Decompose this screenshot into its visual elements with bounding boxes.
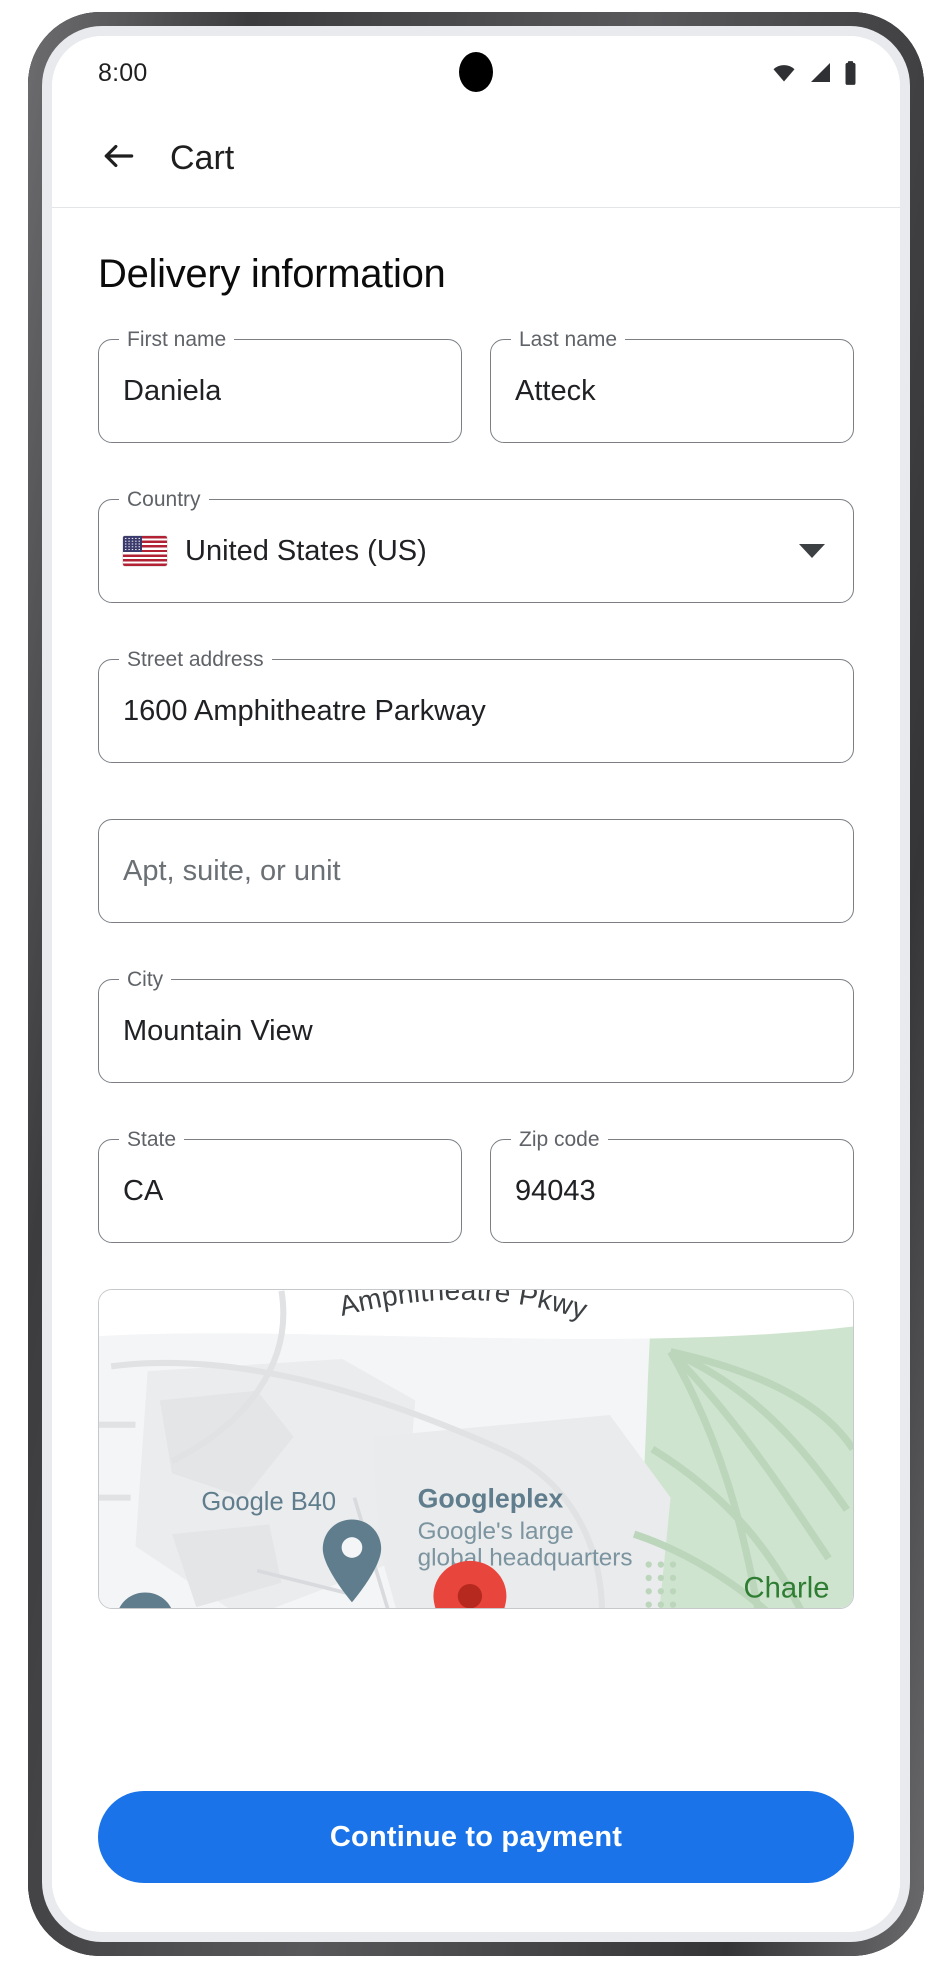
street-address-field[interactable]: Street address 1600 Amphitheatre Parkway bbox=[98, 647, 854, 763]
wifi-icon bbox=[769, 61, 799, 85]
apt-suite-unit-placeholder: Apt, suite, or unit bbox=[123, 854, 341, 887]
chevron-down-icon[interactable] bbox=[799, 544, 825, 558]
bottom-action-bar: Continue to payment bbox=[52, 1743, 900, 1931]
first-name-field[interactable]: First name Daniela bbox=[98, 327, 462, 443]
map-poi-google-b40: Google B40 bbox=[201, 1488, 336, 1516]
map-canvas: Amphitheatre Pkwy Google B40 Googleplex … bbox=[99, 1290, 853, 1608]
city-label: City bbox=[119, 967, 172, 993]
battery-icon bbox=[843, 60, 858, 86]
street-address-label: Street address bbox=[119, 647, 272, 673]
country-select[interactable]: Country United States (US) bbox=[98, 487, 854, 603]
us-flag-icon bbox=[123, 536, 167, 566]
delivery-information-form: First name Daniela Last name Atteck Coun… bbox=[52, 305, 900, 1243]
status-bar-icons bbox=[769, 60, 858, 86]
continue-to-payment-button[interactable]: Continue to payment bbox=[98, 1791, 854, 1883]
apt-suite-unit-field[interactable]: Apt, suite, or unit bbox=[98, 819, 854, 923]
app-bar: Cart bbox=[52, 110, 900, 208]
name-row: First name Daniela Last name Atteck bbox=[98, 305, 854, 443]
last-name-label: Last name bbox=[511, 327, 626, 353]
state-zip-row: State CA Zip code 94043 bbox=[98, 1105, 854, 1243]
address-map-preview[interactable]: Amphitheatre Pkwy Google B40 Googleplex … bbox=[98, 1289, 854, 1609]
zip-code-value: 94043 bbox=[515, 1174, 596, 1207]
page-title: Cart bbox=[170, 139, 235, 177]
delivery-form-scroll-area[interactable]: Delivery information First name Daniela … bbox=[52, 208, 900, 1931]
arrow-back-icon bbox=[100, 137, 138, 180]
zip-code-label: Zip code bbox=[511, 1127, 608, 1153]
cellular-signal-icon bbox=[808, 61, 834, 85]
country-label: Country bbox=[119, 487, 209, 513]
back-button[interactable] bbox=[98, 138, 140, 180]
first-name-label: First name bbox=[119, 327, 235, 353]
city-field[interactable]: City Mountain View bbox=[98, 967, 854, 1083]
country-value: United States (US) bbox=[185, 534, 427, 567]
map-park-label: Charle bbox=[744, 1572, 830, 1604]
map-poi-googleplex-sub1: Google's large bbox=[418, 1518, 574, 1545]
status-bar-clock: 8:00 bbox=[98, 58, 148, 87]
section-heading-delivery-information: Delivery information bbox=[98, 252, 446, 296]
zip-code-field[interactable]: Zip code 94043 bbox=[490, 1127, 854, 1243]
state-field[interactable]: State CA bbox=[98, 1127, 462, 1243]
state-label: State bbox=[119, 1127, 185, 1153]
street-address-value: 1600 Amphitheatre Parkway bbox=[123, 694, 486, 727]
phone-device-frame: 8:00 Cart Delivery information First nam… bbox=[28, 12, 924, 1956]
phone-screen: 8:00 Cart Delivery information First nam… bbox=[52, 36, 900, 1932]
status-bar: 8:00 bbox=[52, 36, 900, 110]
last-name-field[interactable]: Last name Atteck bbox=[490, 327, 854, 443]
state-value: CA bbox=[123, 1174, 164, 1207]
map-poi-googleplex-title: Googleplex bbox=[418, 1483, 564, 1513]
last-name-value: Atteck bbox=[515, 374, 596, 407]
first-name-value: Daniela bbox=[123, 374, 222, 407]
city-value: Mountain View bbox=[123, 1014, 313, 1047]
front-camera-cutout bbox=[459, 52, 493, 92]
